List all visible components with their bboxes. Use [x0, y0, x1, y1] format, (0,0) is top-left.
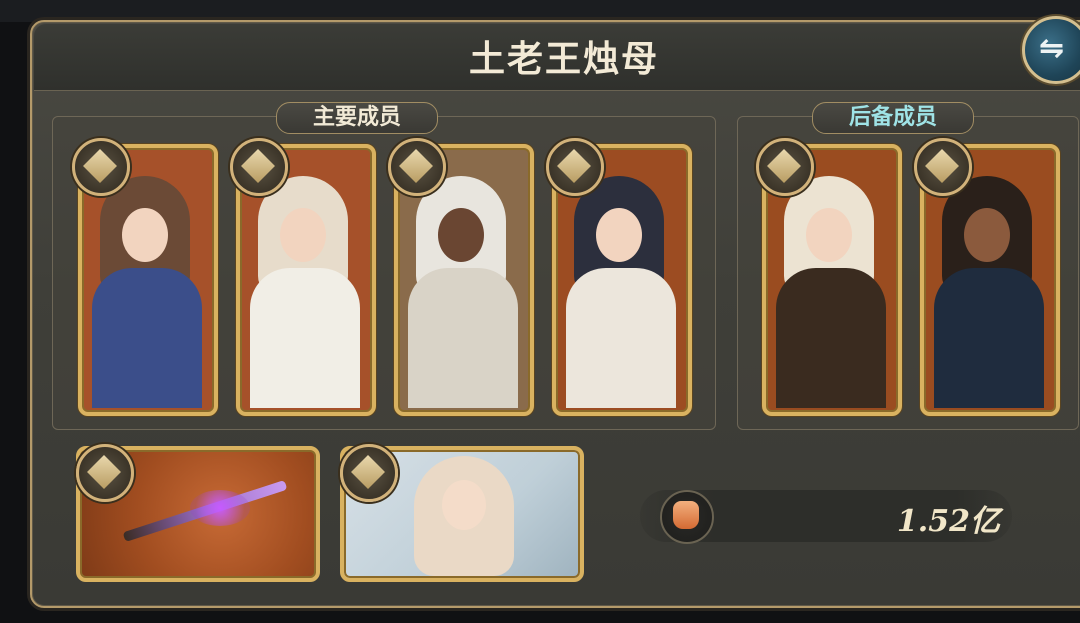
team-title: 土老王烛母: [468, 38, 659, 80]
fist-power-icon: [660, 490, 714, 544]
character-face: [122, 208, 168, 262]
character-face: [964, 208, 1010, 262]
reserve-members-label: 后备成员: [812, 102, 974, 134]
swap-arrows-icon: ⇋: [1039, 31, 1065, 66]
character-outfit: [408, 268, 518, 408]
class-badge-icon: [756, 138, 814, 196]
character-outfit: [92, 268, 202, 408]
character-face: [596, 208, 642, 262]
class-badge-icon: [340, 444, 398, 502]
character-face: [806, 208, 852, 262]
class-badge-icon: [388, 138, 446, 196]
class-badge-icon: [76, 444, 134, 502]
class-badge-icon: [72, 138, 130, 196]
class-badge-icon: [914, 138, 972, 196]
main-members-label: 主要成员: [276, 102, 438, 134]
character-face: [438, 208, 484, 262]
weapon-glow: [190, 490, 250, 526]
top-status-strip: [0, 0, 1080, 22]
character-outfit: [566, 268, 676, 408]
character-outfit: [250, 268, 360, 408]
character-outfit: [934, 268, 1044, 408]
class-badge-icon: [230, 138, 288, 196]
character-face: [442, 480, 486, 530]
class-badge-icon: [546, 138, 604, 196]
character-face: [280, 208, 326, 262]
character-outfit: [776, 268, 886, 408]
power-value: 1.52亿: [896, 504, 1000, 539]
